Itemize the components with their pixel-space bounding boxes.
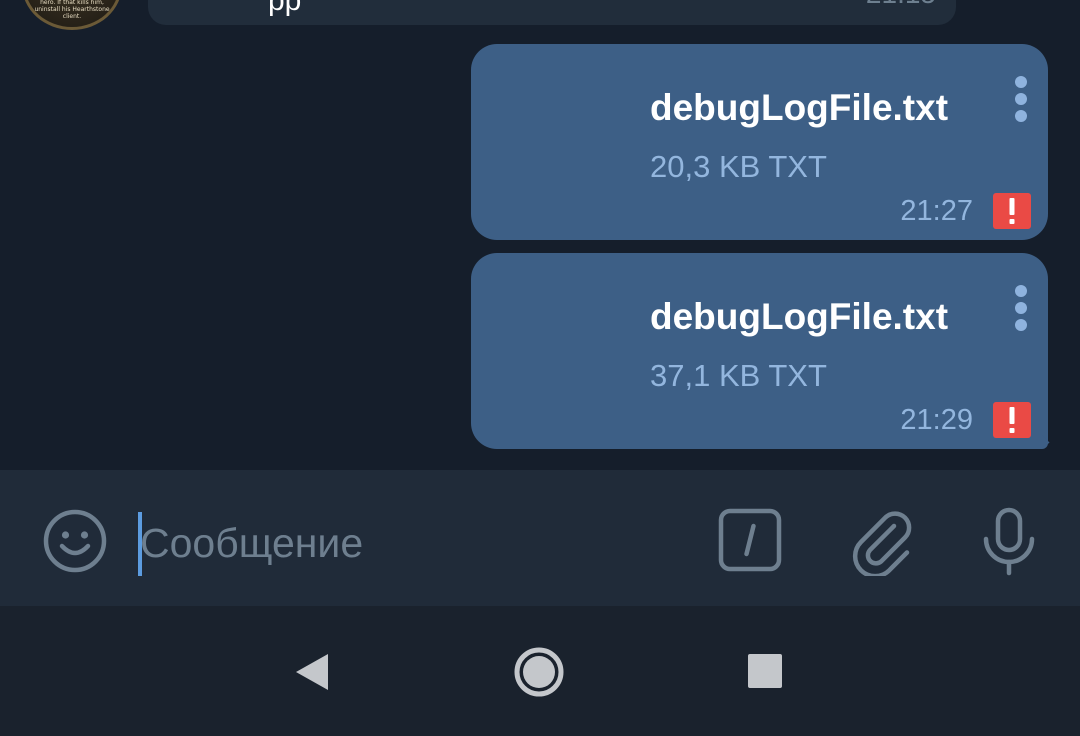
more-options-icon[interactable] [1015,285,1027,331]
emoji-icon[interactable] [42,508,108,574]
error-icon[interactable] [993,402,1031,438]
incoming-message-text: pp [268,0,302,17]
error-icon[interactable] [993,193,1031,229]
file-size-type: 37,1 KB TXT [650,358,827,393]
system-navigation-bar [0,606,1080,736]
avatar-caption: hero. If that kills him, uninstall his H… [34,0,110,20]
recents-icon[interactable] [748,654,782,688]
paperclip-icon[interactable] [850,506,916,579]
bubble-tail [1042,427,1062,449]
message-time: 21:29 [900,404,973,436]
sender-avatar[interactable]: hero. If that kills him, uninstall his H… [22,0,122,30]
file-size-type: 20,3 KB TXT [650,149,827,184]
bot-command-icon[interactable] [718,508,782,572]
telegram-chat-screen: hero. If that kills him, uninstall his H… [0,0,1080,736]
home-icon[interactable] [513,646,565,698]
back-icon[interactable] [292,650,336,694]
microphone-icon[interactable] [980,506,1038,576]
message-input[interactable] [140,510,680,576]
file-name: debugLogFile.txt [650,296,949,337]
message-composer [0,470,1080,606]
outgoing-file-message[interactable]: debugLogFile.txt 20,3 KB TXT 21:27 [471,44,1048,240]
more-options-icon[interactable] [1015,76,1027,122]
message-list[interactable]: hero. If that kills him, uninstall his H… [0,0,1080,470]
incoming-message-time: 21:15 [866,0,936,10]
message-time: 21:27 [900,195,973,227]
incoming-message-bubble[interactable]: pp 21:15 [148,0,956,25]
outgoing-file-message[interactable]: debugLogFile.txt 37,1 KB TXT 21:29 [471,253,1048,449]
file-name: debugLogFile.txt [650,87,949,128]
